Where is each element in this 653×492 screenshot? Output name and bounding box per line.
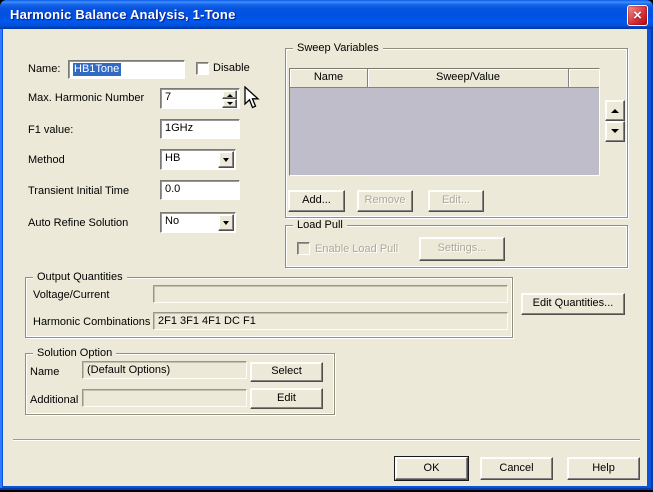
column-header-extra[interactable] bbox=[569, 69, 599, 88]
method-label: Method bbox=[28, 154, 65, 166]
harmonic-combinations-value: 2F1 3F1 4F1 DC F1 bbox=[158, 315, 256, 327]
name-input-selected-text: HB1Tone bbox=[73, 63, 121, 76]
screenshot-root: Harmonic Balance Analysis, 1-Tone × Name… bbox=[0, 0, 653, 492]
spin-up-icon bbox=[227, 91, 233, 97]
spin-up-button[interactable] bbox=[222, 90, 237, 99]
help-button[interactable]: Help bbox=[567, 457, 640, 480]
move-up-button[interactable] bbox=[605, 100, 625, 121]
enable-load-pull-checkbox[interactable] bbox=[297, 242, 310, 255]
disable-checkbox[interactable] bbox=[196, 62, 209, 75]
solution-edit-button[interactable]: Edit bbox=[250, 388, 323, 409]
column-header-name[interactable]: Name bbox=[290, 69, 368, 88]
harmonic-combinations-label: Harmonic Combinations bbox=[33, 316, 150, 328]
f1-value-label: F1 value: bbox=[28, 124, 73, 136]
auto-refine-label: Auto Refine Solution bbox=[28, 217, 128, 229]
ok-button[interactable]: OK bbox=[395, 457, 468, 480]
close-button[interactable]: × bbox=[627, 5, 648, 26]
load-pull-title: Load Pull bbox=[293, 219, 347, 231]
arrow-up-icon bbox=[611, 105, 619, 113]
footer-separator bbox=[13, 439, 640, 441]
auto-refine-dropdown-button[interactable] bbox=[218, 214, 234, 231]
select-button[interactable]: Select bbox=[250, 362, 323, 382]
solution-option-title: Solution Option bbox=[33, 347, 116, 359]
additional-field[interactable] bbox=[82, 389, 247, 407]
voltage-current-field[interactable] bbox=[153, 285, 508, 303]
chevron-down-icon bbox=[223, 221, 229, 228]
max-harmonic-label: Max. Harmonic Number bbox=[28, 92, 144, 104]
arrow-down-icon bbox=[611, 129, 619, 137]
name-label: Name: bbox=[28, 63, 60, 75]
name-input[interactable]: HB1Tone bbox=[68, 60, 185, 79]
transient-value: 0.0 bbox=[165, 183, 180, 195]
chevron-down-icon bbox=[223, 158, 229, 165]
edit-button[interactable]: Edit... bbox=[428, 190, 484, 212]
spin-down-button[interactable] bbox=[222, 99, 237, 108]
method-value: HB bbox=[165, 152, 180, 164]
sweep-table-header: Name Sweep/Value bbox=[290, 69, 599, 88]
output-quantities-title: Output Quantities bbox=[33, 271, 127, 283]
remove-button[interactable]: Remove bbox=[357, 190, 413, 212]
close-icon: × bbox=[628, 5, 647, 26]
solution-name-label: Name bbox=[30, 366, 59, 378]
mouse-cursor-arrow bbox=[244, 86, 262, 110]
spin-down-icon bbox=[227, 102, 233, 108]
column-header-sweep-value[interactable]: Sweep/Value bbox=[368, 69, 569, 88]
settings-button[interactable]: Settings... bbox=[419, 237, 505, 261]
edit-quantities-button[interactable]: Edit Quantities... bbox=[521, 293, 625, 315]
add-button[interactable]: Add... bbox=[288, 190, 345, 212]
sweep-variables-title: Sweep Variables bbox=[293, 42, 383, 54]
sweep-variables-table[interactable]: Name Sweep/Value bbox=[289, 68, 600, 176]
disable-label: Disable bbox=[213, 62, 250, 74]
transient-input[interactable]: 0.0 bbox=[160, 180, 240, 200]
solution-name-field[interactable]: (Default Options) bbox=[82, 361, 247, 379]
solution-name-value: (Default Options) bbox=[87, 364, 170, 376]
method-dropdown-button[interactable] bbox=[218, 151, 234, 168]
additional-label: Additional bbox=[30, 394, 78, 406]
enable-load-pull-label: Enable Load Pull bbox=[315, 243, 398, 255]
f1-value-text: 1GHz bbox=[165, 122, 193, 134]
title-bar[interactable]: Harmonic Balance Analysis, 1-Tone bbox=[0, 0, 653, 29]
max-harmonic-value: 7 bbox=[165, 91, 171, 103]
auto-refine-value: No bbox=[165, 215, 179, 227]
window-title: Harmonic Balance Analysis, 1-Tone bbox=[10, 7, 236, 22]
move-down-button[interactable] bbox=[605, 121, 625, 142]
voltage-current-label: Voltage/Current bbox=[33, 289, 109, 301]
harmonic-combinations-field[interactable]: 2F1 3F1 4F1 DC F1 bbox=[153, 312, 508, 330]
f1-value-input[interactable]: 1GHz bbox=[160, 119, 240, 139]
transient-label: Transient Initial Time bbox=[28, 185, 129, 197]
cancel-button[interactable]: Cancel bbox=[480, 457, 553, 480]
